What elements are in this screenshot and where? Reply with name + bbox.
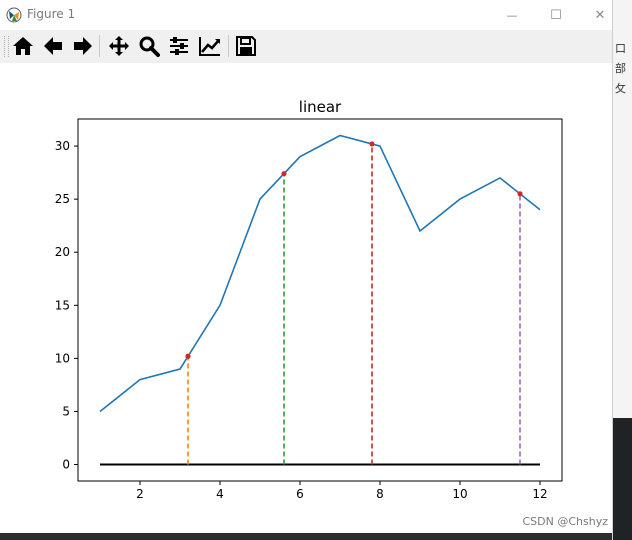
forward-arrow-icon: [74, 37, 92, 55]
background-window-dark-region: [613, 418, 632, 540]
maximize-button[interactable]: ☐: [536, 0, 576, 30]
y-tick-label: 20: [55, 245, 70, 259]
watermark: CSDN @Chshyz: [522, 515, 609, 528]
edit-axis-button[interactable]: [198, 34, 222, 58]
save-button[interactable]: [234, 34, 258, 58]
y-tick-label: 10: [55, 351, 70, 365]
toolbar-separator: [99, 35, 100, 57]
home-icon: [13, 37, 33, 55]
toolbar-separator: [228, 35, 229, 57]
y-tick-label: 5: [62, 404, 70, 418]
maximize-icon: ☐: [550, 7, 562, 23]
minimize-button[interactable]: —: [492, 0, 532, 30]
marker-point: [281, 171, 287, 177]
close-icon: ✕: [594, 7, 606, 23]
chart-title: linear: [299, 98, 342, 116]
side-glyph: 口: [615, 42, 626, 55]
forward-button[interactable]: [71, 34, 95, 58]
x-tick-label: 12: [532, 487, 547, 501]
x-tick-label: 10: [452, 487, 467, 501]
x-tick-label: 2: [136, 487, 144, 501]
back-arrow-icon: [44, 37, 62, 55]
side-glyph: 部: [615, 62, 626, 75]
marker-point: [369, 141, 375, 147]
marker-point: [517, 191, 523, 197]
minimize-icon: —: [506, 8, 518, 22]
line-chart: linear 2 4 6 8 10 12 0 5 10 15 20 25 30: [55, 98, 563, 501]
y-tick-label: 15: [55, 298, 70, 312]
navigation-toolbar: [0, 30, 612, 63]
back-button[interactable]: [41, 34, 65, 58]
save-icon: [236, 36, 256, 56]
figure-canvas[interactable]: linear 2 4 6 8 10 12 0 5 10 15 20 25 30: [0, 63, 612, 533]
toolbar-grip[interactable]: [4, 36, 9, 57]
window-title-bar: Figure 1 — ☐ ✕: [0, 0, 612, 30]
x-tick-label: 4: [216, 487, 224, 501]
series-line: [99, 134, 541, 413]
edit-axis-icon: [199, 37, 220, 56]
matplotlib-app-icon: [6, 7, 22, 23]
home-button[interactable]: [11, 34, 35, 58]
background-window-strip: 口 部 攵: [612, 0, 632, 540]
x-tick-label: 6: [296, 487, 304, 501]
side-glyph: 攵: [615, 82, 626, 95]
configure-subplots-button[interactable]: [167, 34, 191, 58]
y-tick-label: 25: [55, 192, 70, 206]
axes-frame: [77, 118, 563, 482]
x-tick-label: 8: [376, 487, 384, 501]
y-tick-label: 0: [62, 458, 70, 472]
marker-point: [185, 353, 191, 359]
pan-button[interactable]: [107, 34, 131, 58]
zoom-icon: [139, 36, 160, 57]
zoom-button[interactable]: [137, 34, 161, 58]
pan-icon: [109, 36, 129, 56]
y-tick-label: 30: [55, 139, 70, 153]
window-title: Figure 1: [27, 7, 76, 21]
background-taskbar-strip: [0, 533, 612, 540]
configure-subplots-icon: [170, 37, 188, 55]
